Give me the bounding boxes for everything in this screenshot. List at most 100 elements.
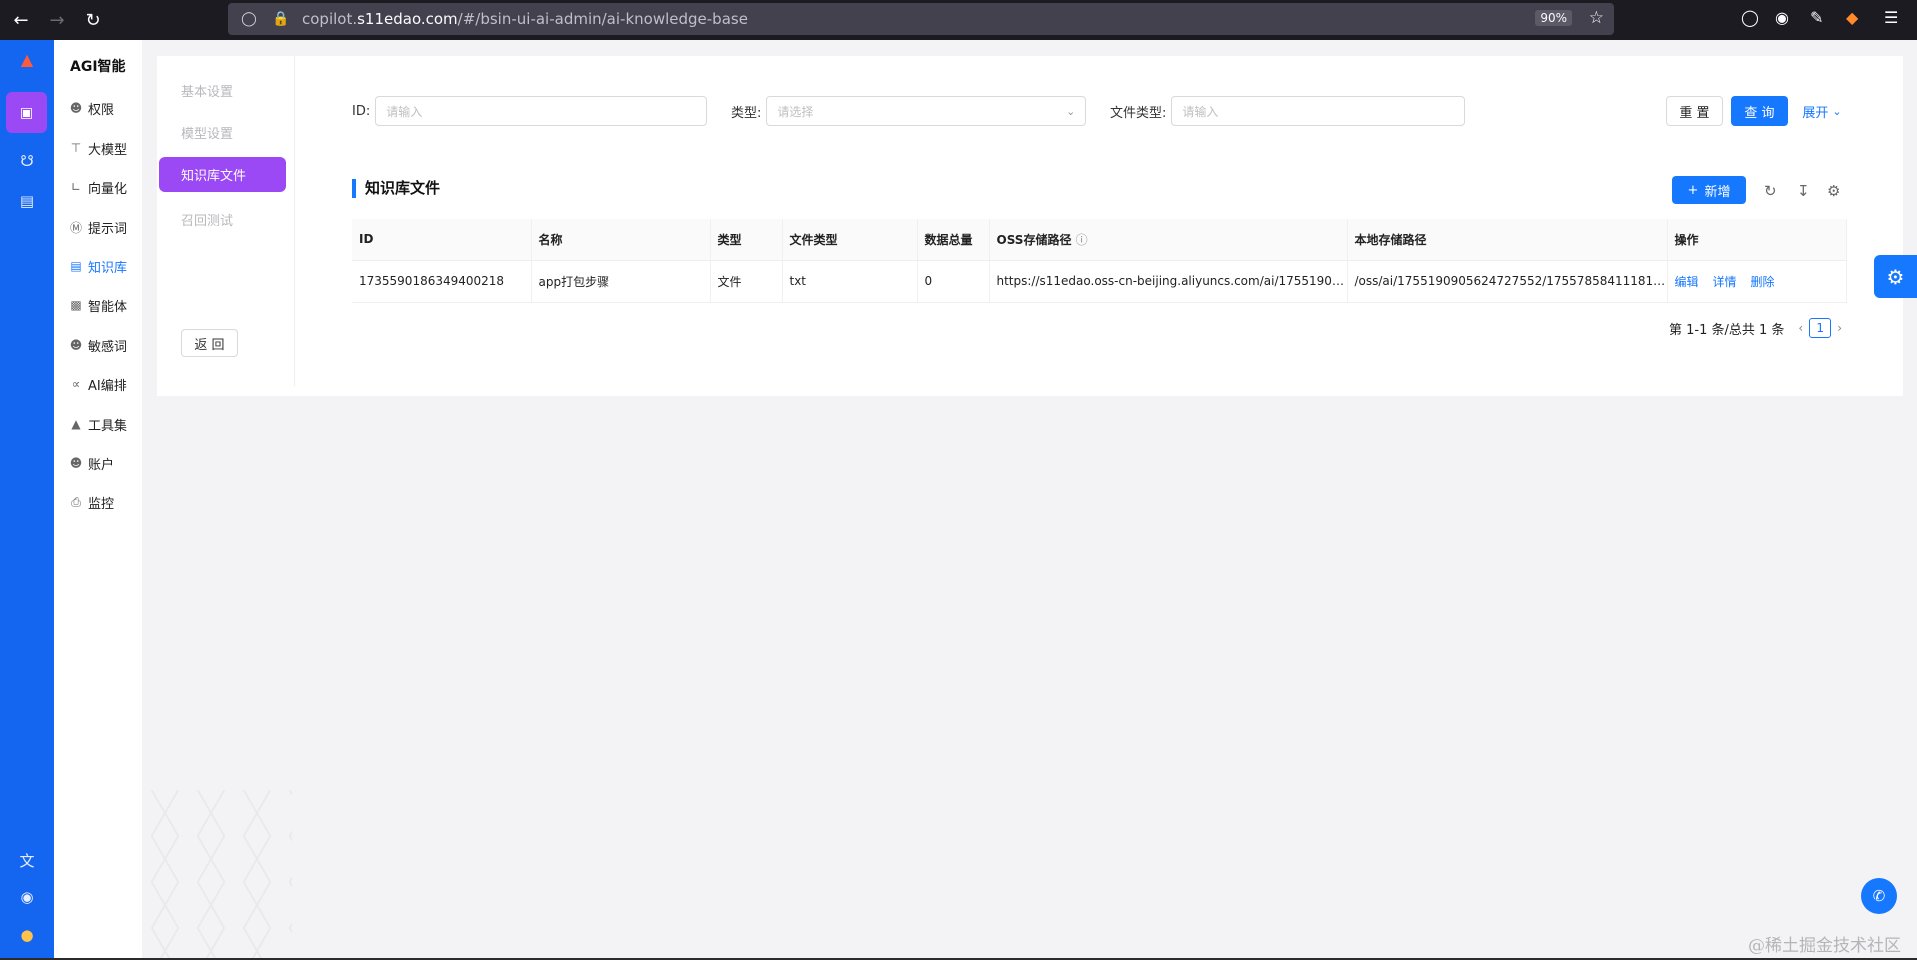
- user-icon: ☻: [69, 101, 83, 115]
- book-icon: ▤: [70, 259, 82, 273]
- plus-icon: +: [1687, 182, 1699, 198]
- col-header-id: ID: [352, 219, 532, 261]
- shield-icon: ◯: [241, 11, 257, 27]
- dollar-icon: Ⓜ: [69, 220, 82, 235]
- card-icon[interactable]: ▤: [0, 192, 54, 210]
- floating-chat-button[interactable]: ✆: [1861, 878, 1897, 914]
- rail-item-dashboard[interactable]: ▣: [6, 92, 47, 133]
- sidebar-item-sensitive-words[interactable]: ☻ 敏感词: [68, 334, 138, 356]
- github-icon[interactable]: ◉: [0, 888, 54, 906]
- col-header-ops: 操作: [1667, 219, 1847, 261]
- cell-count: 0: [917, 260, 990, 303]
- user-icon: ☻: [69, 338, 83, 352]
- section-title: 知识库文件: [352, 179, 440, 198]
- col-header-file-type: 文件类型: [782, 219, 918, 261]
- prev-page-icon[interactable]: ‹: [1798, 321, 1803, 335]
- col-header-type: 类型: [710, 219, 783, 261]
- chart-icon: ∟: [70, 180, 82, 194]
- decorative-pattern: [142, 790, 292, 960]
- sidebar: AGI智能 ☻ 权限 ⊤ 大模型 ∟ 向量化 Ⓜ 提示词 ▤ 知识库 ▩ 智能体 ☻ 敏感词 …: [54, 40, 142, 960]
- flow-icon: ⊤: [70, 141, 82, 155]
- app-logo-icon: ▲: [20, 50, 34, 69]
- cell-local-path: /oss/ai/1755190905624727552/175578584111…: [1347, 260, 1668, 303]
- bar-chart-icon: ▩: [70, 298, 82, 312]
- app-rail: ▲ ▣ ☋ ▤ 文 ◉ ●: [0, 40, 54, 960]
- menu-icon[interactable]: ☰: [1884, 8, 1898, 27]
- subnav-model-settings[interactable]: 模型设置: [181, 123, 233, 142]
- sidebar-item-agents[interactable]: ▩ 智能体: [68, 294, 138, 316]
- printer-icon: ⎙: [71, 494, 81, 509]
- col-header-local-path: 本地存储路径: [1347, 219, 1668, 261]
- density-icon[interactable]: ↧: [1797, 182, 1810, 200]
- id-filter-label: ID:: [352, 103, 371, 119]
- headset-icon[interactable]: ☋: [0, 152, 54, 170]
- lock-icon: 🔒: [272, 11, 290, 27]
- sidebar-item-vectorize[interactable]: ∟ 向量化: [68, 176, 138, 198]
- next-page-icon[interactable]: ›: [1837, 321, 1842, 335]
- account-icon[interactable]: ◉: [1775, 8, 1789, 27]
- col-header-count: 数据总量: [917, 219, 990, 261]
- translate-icon[interactable]: 文: [0, 850, 54, 871]
- subnav-recall-test[interactable]: 召回测试: [181, 210, 233, 229]
- browser-toolbar: ← → ↻ ◯ 🔒 copilot.s11edao.com/#/bsin-ui-…: [0, 0, 1917, 40]
- sidebar-item-ai-orchestration[interactable]: ∝ AI编排: [68, 373, 138, 395]
- dashboard-icon: ▣: [19, 104, 34, 121]
- url-text: copilot.s11edao.com/#/bsin-ui-ai-admin/a…: [302, 10, 748, 28]
- settings-gear-icon[interactable]: ⚙: [1827, 182, 1840, 200]
- sidebar-item-permissions[interactable]: ☻ 权限: [68, 97, 138, 119]
- filetype-filter-input[interactable]: 请输入: [1171, 96, 1466, 126]
- reload-icon[interactable]: ↻: [78, 5, 108, 35]
- address-bar[interactable]: ◯ 🔒 copilot.s11edao.com/#/bsin-ui-ai-adm…: [228, 3, 1614, 35]
- bookmark-star-icon[interactable]: ☆: [1589, 8, 1604, 28]
- filter-type: 类型: 请选择 ⌄: [731, 96, 1087, 126]
- type-filter-label: 类型:: [731, 105, 762, 121]
- share-icon: ∝: [71, 377, 81, 391]
- page-button-current[interactable]: 1: [1809, 318, 1832, 338]
- watermark: @稀土掘金技术社区: [1748, 936, 1901, 956]
- forward-arrow-icon[interactable]: →: [42, 5, 72, 35]
- sidebar-item-monitor[interactable]: ⎙ 监控: [68, 491, 138, 513]
- back-button[interactable]: 返 回: [181, 329, 238, 357]
- back-arrow-icon[interactable]: ←: [6, 5, 36, 35]
- expand-toggle[interactable]: 展开 ⌄: [1797, 96, 1847, 126]
- sidebar-item-models[interactable]: ⊤ 大模型: [68, 137, 138, 159]
- detail-link[interactable]: 详情: [1713, 275, 1737, 289]
- sub-navigation: 基本设置 模型设置 知识库文件 召回测试 返 回: [157, 56, 295, 386]
- delete-link[interactable]: 删除: [1751, 275, 1775, 289]
- sidebar-item-account[interactable]: ☻ 账户: [68, 452, 138, 474]
- sidebar-item-knowledge-base[interactable]: ▤ 知识库: [68, 255, 138, 277]
- subnav-knowledge-files[interactable]: 知识库文件: [159, 157, 286, 192]
- cell-id: 1735590186349400218: [352, 260, 532, 303]
- user-avatar-icon[interactable]: ●: [0, 926, 54, 944]
- cell-file-type: txt: [782, 260, 918, 303]
- subnav-basic-settings[interactable]: 基本设置: [181, 81, 233, 100]
- user-icon: ☻: [69, 456, 83, 470]
- add-button[interactable]: + 新增: [1672, 176, 1746, 204]
- query-button[interactable]: 查 询: [1731, 96, 1788, 126]
- edit-link[interactable]: 编辑: [1675, 275, 1699, 289]
- type-filter-select[interactable]: 请选择 ⌄: [766, 96, 1087, 126]
- table-header-row: ID 名称 类型 文件类型 数据总量 OSS存储路径 ⓘ 本地存储路径 操作: [352, 219, 1847, 261]
- refresh-icon[interactable]: ↻: [1764, 182, 1777, 200]
- sidebar-item-prompts[interactable]: Ⓜ 提示词: [68, 216, 138, 238]
- col-header-oss-path: OSS存储路径 ⓘ: [989, 219, 1348, 261]
- extensions-icon[interactable]: ✎: [1810, 8, 1823, 27]
- tool-icon: ▲: [71, 417, 81, 431]
- cell-oss-path: https://s11edao.oss-cn-beijing.aliyuncs.…: [989, 260, 1348, 303]
- pocket-icon[interactable]: ◯: [1741, 8, 1759, 27]
- reset-button[interactable]: 重 置: [1666, 96, 1723, 126]
- gear-icon: ⚙: [1886, 264, 1905, 289]
- info-icon[interactable]: ⓘ: [1076, 233, 1088, 247]
- chevron-down-icon: ⌄: [1832, 104, 1842, 118]
- table-row: 1735590186349400218 app打包步骤 文件 txt 0 htt…: [352, 260, 1847, 303]
- id-filter-input[interactable]: 请输入: [375, 96, 708, 126]
- chat-icon: ✆: [1872, 887, 1886, 905]
- content-panel: 基本设置 模型设置 知识库文件 召回测试 返 回 ID: 请输入 类型: 请选择…: [157, 56, 1903, 396]
- pagination: 第 1-1 条/总共 1 条 ‹ 1 ›: [1669, 318, 1842, 338]
- fox-extension-icon[interactable]: ◆: [1846, 8, 1858, 27]
- sidebar-item-toolset[interactable]: ▲ 工具集: [68, 413, 138, 435]
- floating-settings-button[interactable]: ⚙: [1874, 255, 1917, 298]
- filetype-filter-label: 文件类型:: [1110, 105, 1167, 121]
- col-header-name: 名称: [531, 219, 711, 261]
- zoom-level[interactable]: 90%: [1535, 10, 1572, 26]
